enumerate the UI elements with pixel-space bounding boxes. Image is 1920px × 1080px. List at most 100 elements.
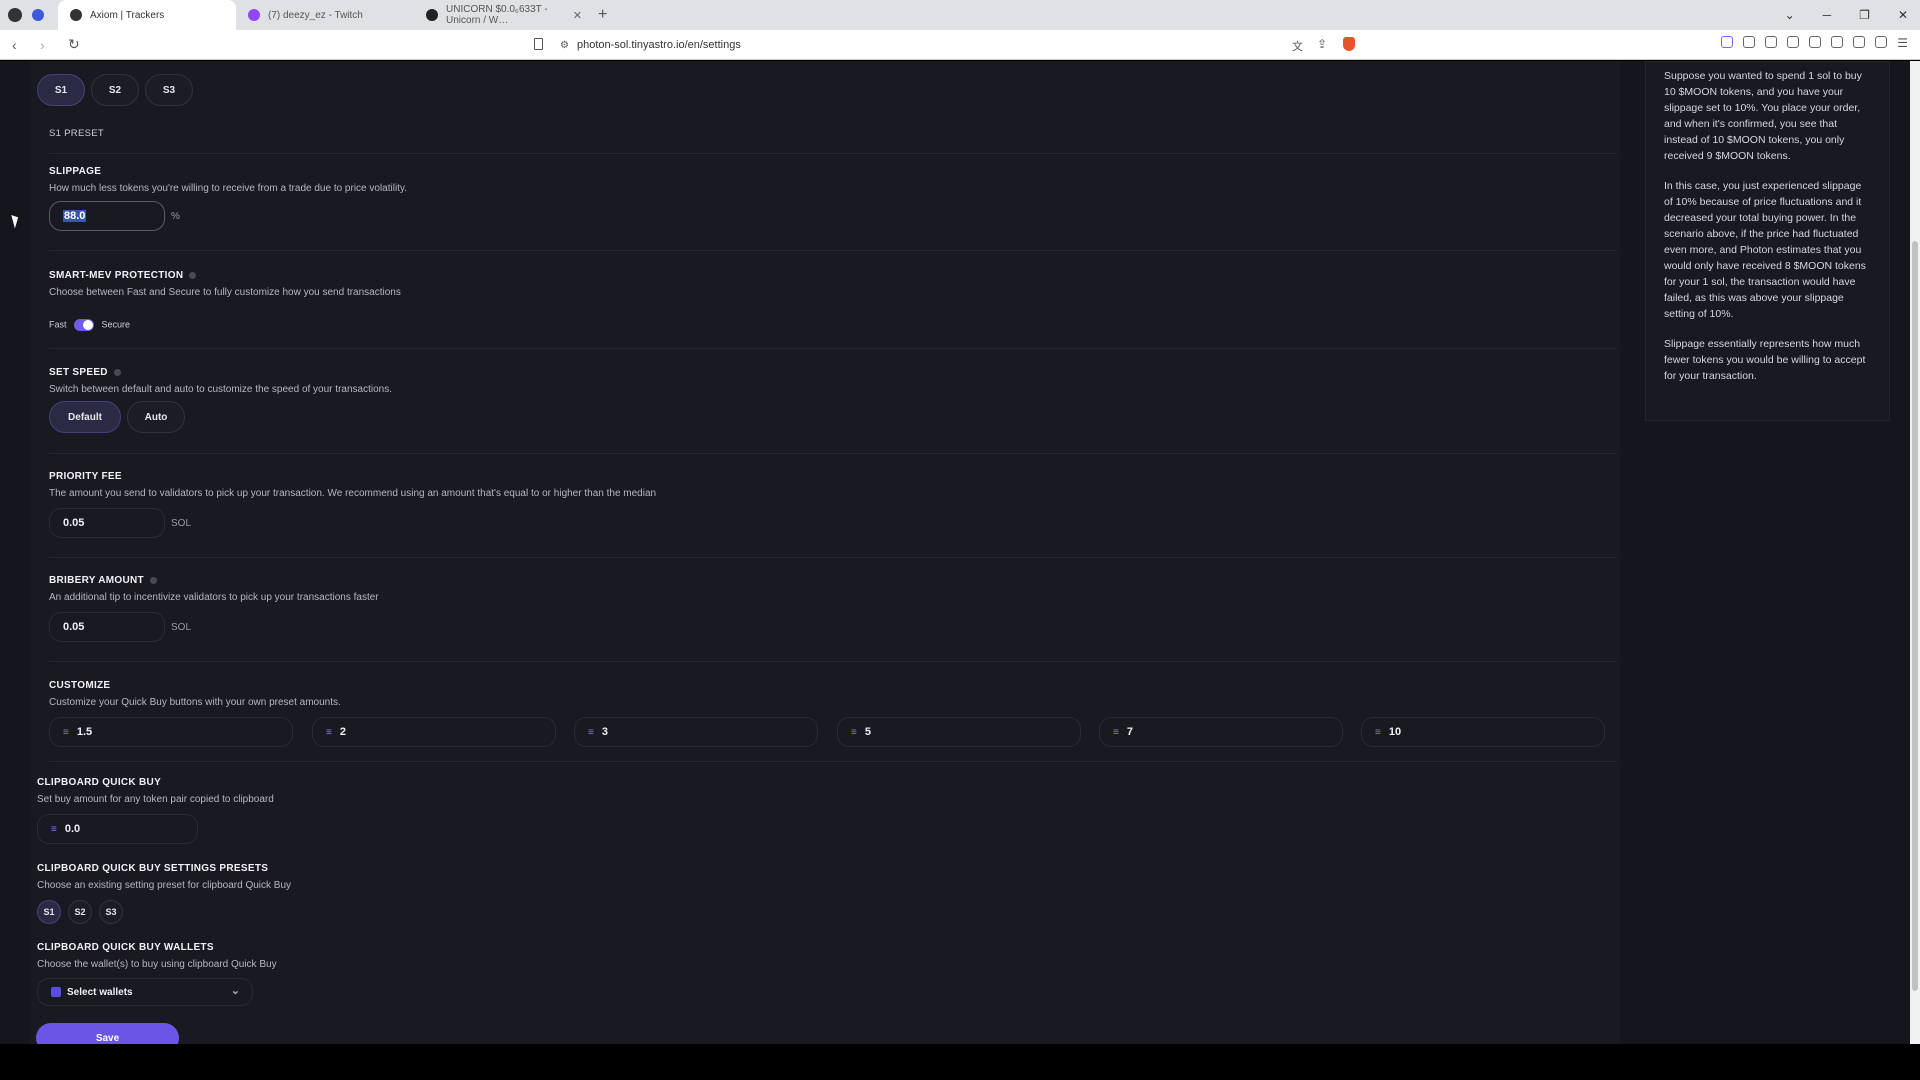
- speed-description: Switch between default and auto to custo…: [49, 384, 392, 395]
- speed-options: Default Auto: [49, 401, 1617, 433]
- clipboard-wallets-title: CLIPBOARD QUICK BUY WALLETS: [37, 942, 214, 953]
- tab-search-icon[interactable]: ⌄: [1785, 8, 1795, 22]
- bribery-unit: SOL: [171, 622, 192, 633]
- brave-shield-icon[interactable]: [1343, 37, 1355, 51]
- mev-toggle[interactable]: [74, 319, 95, 331]
- preset-selector: S1 S2 S3: [37, 74, 1605, 106]
- scrollbar[interactable]: [1910, 61, 1920, 1044]
- quick-buy-amount-5-input[interactable]: ≡ 7: [1099, 717, 1343, 747]
- minimize-icon[interactable]: ─: [1823, 8, 1832, 22]
- extension-icon[interactable]: [1721, 36, 1734, 48]
- info-icon[interactable]: [189, 271, 197, 279]
- tab-title: UNICORN $0.0₆633T - Unicorn / W…: [446, 4, 548, 26]
- browser-tab-bar: Axiom | Trackers (7) deezy_ez - Twitch U…: [0, 0, 1920, 30]
- info-icon[interactable]: [149, 576, 157, 584]
- divider: [49, 153, 1617, 154]
- clipboard-preset-selector: S1 S2 S3: [37, 900, 1605, 924]
- save-button[interactable]: Save: [36, 1023, 179, 1044]
- preset-s3-button[interactable]: S3: [145, 74, 193, 106]
- back-icon[interactable]: ‹: [12, 37, 28, 53]
- mev-section: SMART-MEV PROTECTION Choose between Fast…: [49, 270, 1617, 298]
- site-settings-icon[interactable]: ⚙: [560, 40, 569, 51]
- url-field[interactable]: ⚙ photon-sol.tinyastro.io/en/settings: [560, 36, 1350, 54]
- divider: [49, 557, 1617, 558]
- translate-icon[interactable]: 文: [1292, 38, 1303, 54]
- tab-twitch[interactable]: (7) deezy_ez - Twitch: [236, 0, 414, 30]
- slippage-description: How much less tokens you're willing to r…: [49, 183, 407, 194]
- fast-label: Fast: [49, 319, 67, 330]
- priority-fee-input[interactable]: 0.05: [49, 508, 165, 538]
- speed-default-button[interactable]: Default: [49, 401, 121, 433]
- tab-axiom[interactable]: Axiom | Trackers: [58, 0, 236, 30]
- close-tab-icon[interactable]: ✕: [573, 9, 582, 22]
- quick-buy-amount-value: 3: [601, 726, 608, 738]
- quick-buy-amount-value: 7: [1126, 726, 1133, 738]
- extension-icon[interactable]: [1831, 36, 1844, 48]
- bribery-input[interactable]: 0.05: [49, 612, 165, 642]
- quick-buy-amount-6-input[interactable]: ≡ 10: [1361, 717, 1605, 747]
- quick-buy-amount-2-input[interactable]: ≡ 2: [312, 717, 556, 747]
- select-wallets-label: Select wallets: [67, 986, 133, 998]
- clipboard-amount-input[interactable]: ≡ 0.0: [37, 814, 198, 844]
- slippage-explanation-panel: Suppose you wanted to spend 1 sol to buy…: [1645, 61, 1890, 421]
- new-tab-icon[interactable]: +: [598, 6, 607, 24]
- scrollbar-thumb[interactable]: [1912, 241, 1918, 991]
- unicorn-favicon-icon: [426, 9, 438, 21]
- extension-icon[interactable]: [1787, 36, 1800, 48]
- forward-icon[interactable]: ›: [40, 37, 56, 53]
- sol-icon: ≡: [326, 726, 332, 738]
- preset-label: S1 PRESET: [49, 128, 104, 139]
- speed-auto-button[interactable]: Auto: [127, 401, 185, 433]
- quick-buy-amount-value: 2: [339, 726, 346, 738]
- quick-buy-amount-4-input[interactable]: ≡ 5: [837, 717, 1081, 747]
- extension-icon[interactable]: [1743, 36, 1756, 48]
- clipboard-wallets-section: CLIPBOARD QUICK BUY WALLETS Choose the w…: [37, 942, 1605, 970]
- clipboard-presets-section: CLIPBOARD QUICK BUY SETTINGS PRESETS Cho…: [37, 863, 1605, 891]
- menu-icon[interactable]: ☰: [1897, 36, 1908, 50]
- select-wallets-dropdown[interactable]: Select wallets ⌄: [37, 978, 253, 1006]
- settings-panel: [30, 61, 1620, 1044]
- sol-icon: ≡: [51, 823, 57, 835]
- mev-description: Choose between Fast and Secure to fully …: [49, 287, 401, 298]
- close-window-icon[interactable]: ✕: [1898, 8, 1908, 22]
- clipboard-preset-s1-button[interactable]: S1: [37, 900, 61, 924]
- address-bar: ‹ › ↻ ⚙ photon-sol.tinyastro.io/en/setti…: [0, 30, 1920, 60]
- extension-icon[interactable]: [1809, 36, 1822, 48]
- customize-title: CUSTOMIZE: [49, 680, 111, 691]
- maximize-icon[interactable]: ❐: [1859, 8, 1870, 22]
- extension-icon[interactable]: [1765, 36, 1778, 48]
- speed-title: SET SPEED: [49, 367, 108, 378]
- slippage-input[interactable]: 88.0: [49, 201, 165, 231]
- tab-extension[interactable]: [22, 0, 58, 30]
- quick-buy-amount-1-input[interactable]: ≡ 1.5: [49, 717, 293, 747]
- wallet-icon: [51, 987, 61, 997]
- axiom-favicon-icon: [70, 9, 82, 21]
- clipboard-wallets-description: Choose the wallet(s) to buy using clipbo…: [37, 959, 277, 970]
- clipboard-preset-s2-button[interactable]: S2: [68, 900, 92, 924]
- share-icon[interactable]: ⇪: [1317, 37, 1327, 51]
- preset-s2-button[interactable]: S2: [91, 74, 139, 106]
- tab-title: (7) deezy_ez - Twitch: [268, 9, 363, 21]
- info-icon[interactable]: [113, 368, 121, 376]
- customize-description: Customize your Quick Buy buttons with yo…: [49, 697, 341, 708]
- customize-section: CUSTOMIZE Customize your Quick Buy butto…: [49, 680, 1617, 708]
- quick-buy-amount-3-input[interactable]: ≡ 3: [574, 717, 818, 747]
- extensions-bar: ☰: [1721, 36, 1908, 50]
- explanation-paragraph: Slippage essentially represents how much…: [1664, 338, 1866, 382]
- extension-icon[interactable]: [1853, 36, 1866, 48]
- sol-icon: ≡: [1113, 726, 1119, 738]
- clipboard-preset-s3-button[interactable]: S3: [99, 900, 123, 924]
- priority-fee-title: PRIORITY FEE: [49, 471, 122, 482]
- extension-icon[interactable]: [1875, 36, 1888, 48]
- preset-s1-button[interactable]: S1: [37, 74, 85, 106]
- divider: [49, 453, 1617, 454]
- bookmark-icon[interactable]: [534, 38, 543, 50]
- slippage-unit: %: [171, 211, 180, 222]
- divider: [49, 761, 1617, 762]
- browser-profile-icon[interactable]: [8, 8, 22, 22]
- explanation-paragraph: Suppose you wanted to spend 1 sol to buy…: [1664, 70, 1862, 162]
- divider: [49, 348, 1617, 349]
- chevron-down-icon: ⌄: [230, 985, 240, 997]
- reload-icon[interactable]: ↻: [68, 36, 84, 53]
- tab-unicorn[interactable]: UNICORN $0.0₆633T - Unicorn / W… ✕: [414, 0, 592, 30]
